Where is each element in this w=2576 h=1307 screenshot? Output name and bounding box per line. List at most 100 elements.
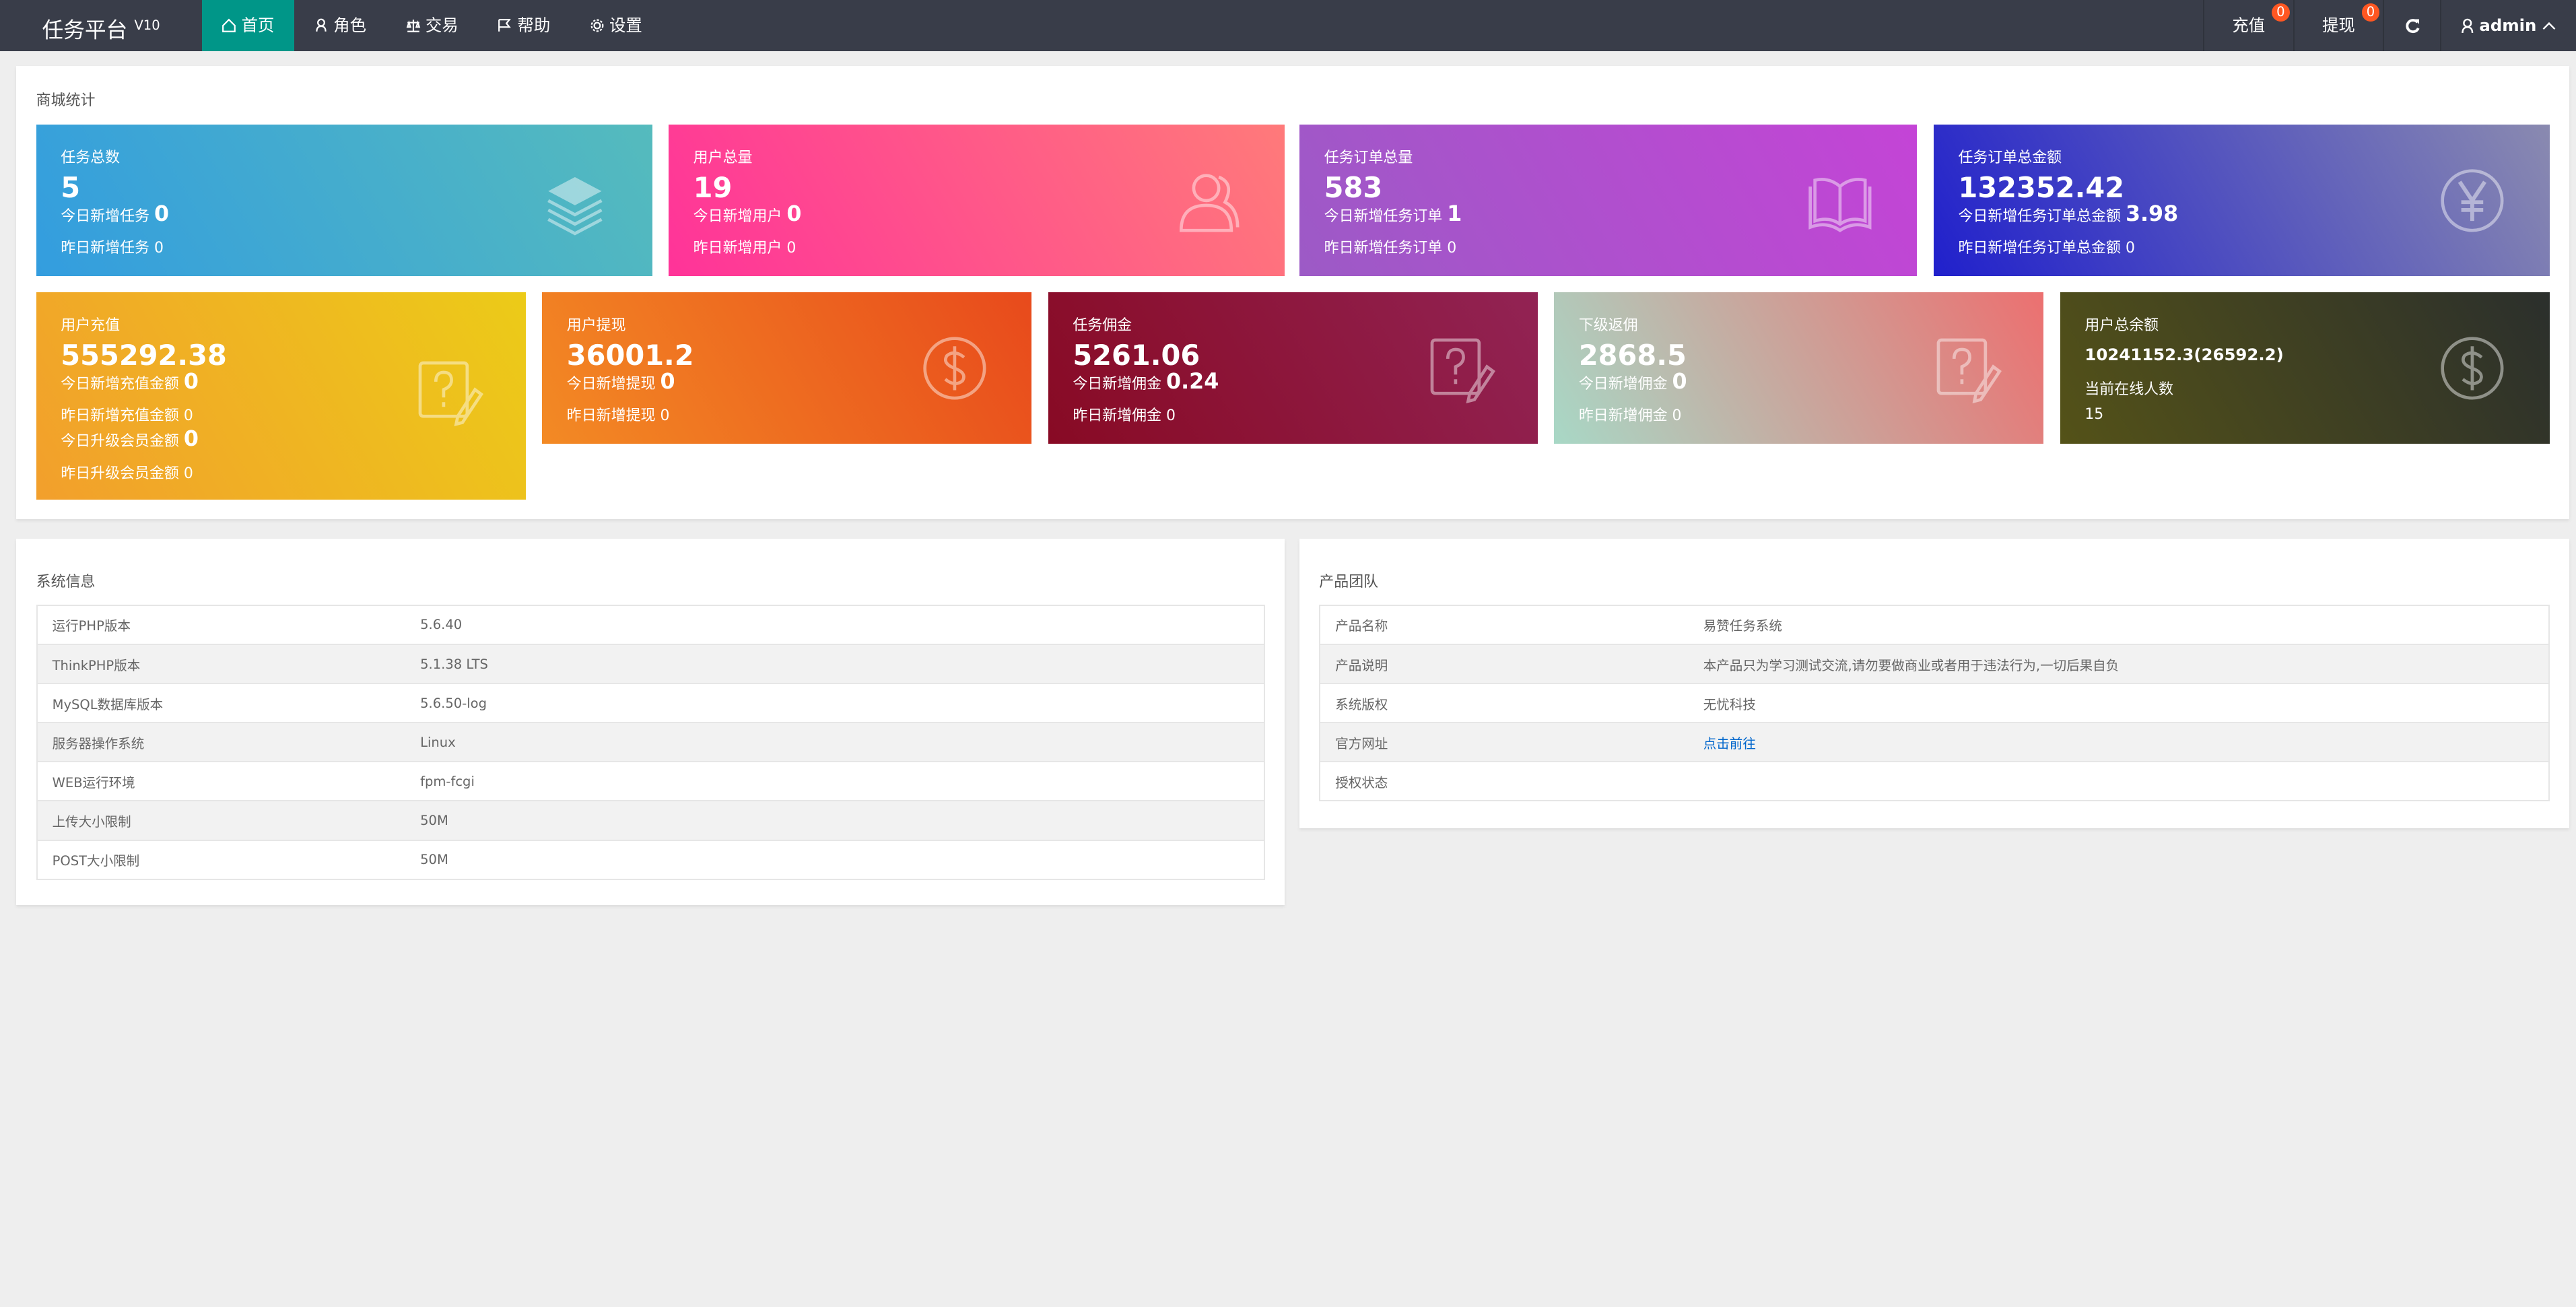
row-value: 无忧科技 — [1688, 683, 2549, 724]
stat-line: 今日新增任务订单 1 — [1324, 202, 1462, 226]
recharge-button[interactable]: 充值 0 — [2202, 0, 2293, 51]
stat-value: 583 — [1324, 170, 1383, 204]
stat-line-label: 昨日新增任务订单 — [1324, 240, 1443, 257]
row-value: 点击前往 — [1688, 723, 2549, 763]
stat-line: 昨日升级会员金额 0 — [61, 462, 193, 483]
table-row: 官方网址 点击前往 — [1320, 723, 2549, 763]
stat-line-label: 昨日新增充值金额 — [61, 407, 179, 425]
table-row: 授权状态 — [1320, 762, 2549, 802]
stat-card: 任务订单总金额 132352.42 今日新增任务订单总金额 3.98 昨日新增任务订单… — [1933, 125, 2550, 276]
stat-card: 任务佣金 5261.06 今日新增佣金 0.24 昨日新增佣金 0 — [1048, 292, 1538, 444]
stat-line-value: 0 — [1672, 369, 1687, 394]
row-value: 5.1.38 LTS — [405, 644, 1264, 685]
version: V10 — [134, 18, 160, 33]
stat-line-value: 1 — [1447, 202, 1462, 227]
row-label: 授权状态 — [1320, 762, 1689, 802]
stat-line-label: 当前在线人数 — [2084, 381, 2174, 399]
stat-title: 用户总量 — [693, 149, 753, 167]
stat-line: 今日新增任务 0 — [61, 202, 169, 226]
nav-item-3[interactable]: 帮助 — [478, 0, 570, 51]
recharge-badge: 0 — [2271, 3, 2290, 22]
row-label: 产品名称 — [1320, 605, 1689, 646]
row-value — [1688, 762, 2549, 802]
logo[interactable]: 任务平台 V10 — [0, 0, 202, 51]
row-label: 运行PHP版本 — [36, 605, 406, 646]
dollar-icon — [2441, 337, 2504, 400]
gear-icon — [590, 19, 604, 32]
row-value: 易赞任务系统 — [1688, 605, 2549, 646]
layers-icon — [547, 176, 603, 236]
stat-line-value: 0 — [183, 407, 193, 425]
stat-card: 用户总量 19 今日新增用户 0 昨日新增用户 0 — [669, 125, 1285, 276]
stat-value: 555292.38 — [61, 338, 227, 372]
official-site-link[interactable]: 点击前往 — [1703, 736, 1756, 751]
table-row: 系统版权 无忧科技 — [1320, 683, 2549, 724]
withdraw-badge: 0 — [2361, 3, 2380, 22]
stat-line-label: 今日新增佣金 — [1073, 375, 1162, 393]
stat-card: 用户提现 36001.2 今日新增提现 0 昨日新增提现 0 — [542, 292, 1032, 444]
chevron-up-icon — [2542, 22, 2556, 30]
withdraw-button[interactable]: 提现 0 — [2293, 0, 2383, 51]
row-value-text: 5.6.50-log — [420, 695, 487, 711]
nav-item-0[interactable]: 首页 — [202, 0, 294, 51]
stat-line: 昨日新增充值金额 0 — [61, 404, 193, 425]
stat-line-value: 0 — [154, 202, 170, 227]
stat-value: 36001.2 — [566, 338, 694, 372]
row-value-text: 50M — [420, 813, 448, 828]
stat-line-label: 昨日新增佣金 — [1578, 407, 1668, 425]
stat-line-label: 昨日新增用户 — [693, 240, 782, 257]
table-row: MySQL数据库版本 5.6.50-log — [36, 683, 1264, 724]
stat-line-label: 今日新增任务订单 — [1324, 208, 1443, 226]
question-edit-icon — [1936, 338, 2002, 403]
row-value: 50M — [405, 801, 1264, 841]
row-value-text: 易赞任务系统 — [1703, 618, 1782, 634]
nav-label: 设置 — [609, 15, 642, 35]
stat-title: 用户总余额 — [2084, 317, 2159, 335]
username: admin — [2479, 15, 2537, 35]
stat-line-value: 0.24 — [1166, 369, 1219, 394]
stat-value: 19 — [693, 170, 733, 204]
row-value-text: 5.6.40 — [420, 617, 463, 633]
stat-card: 任务总数 5 今日新增任务 0 昨日新增任务 0 — [36, 125, 652, 276]
yen-icon — [2441, 169, 2504, 232]
nav-label: 帮助 — [517, 15, 551, 35]
stat-value: 132352.42 — [1958, 170, 2125, 204]
stat-card: 用户充值 555292.38 今日新增充值金额 0 昨日新增充值金额 0 今日升级会员金… — [36, 292, 526, 500]
stat-line-label: 今日新增任务 — [61, 208, 149, 226]
stat-card: 下级返佣 2868.5 今日新增佣金 0 昨日新增佣金 0 — [1554, 292, 2044, 444]
stat-line-label: 今日新增充值金额 — [61, 375, 179, 393]
stat-title: 任务订单总金额 — [1958, 149, 2062, 167]
stat-line-label: 今日新增提现 — [566, 375, 656, 393]
withdraw-label: 提现 — [2322, 15, 2355, 35]
stat-line-value: 0 — [660, 369, 675, 394]
row-label: POST大小限制 — [36, 840, 406, 880]
nav-item-1[interactable]: 角色 — [294, 0, 386, 51]
nav-item-2[interactable]: 交易 — [386, 0, 478, 51]
nav-label: 交易 — [425, 15, 459, 35]
stat-line: 昨日新增任务订单 0 — [1324, 236, 1457, 257]
stat-value: 2868.5 — [1578, 338, 1687, 372]
stat-line-label: 15 — [2084, 405, 2104, 423]
refresh-button[interactable] — [2383, 0, 2440, 51]
stat-line-value: 0 — [183, 427, 199, 452]
row-label: 服务器操作系统 — [36, 723, 406, 763]
stat-line-value: 0 — [1447, 240, 1457, 257]
main-nav: 首页 角色 交易 帮助 设置 — [202, 0, 662, 51]
top-bar: 任务平台 V10 首页 角色 交易 帮助 设置 充值 0 提现 0 admin — [0, 0, 2576, 51]
stat-title: 任务订单总量 — [1324, 149, 1413, 167]
stat-line: 昨日新增佣金 0 — [1579, 404, 1682, 425]
row-value-text: 无忧科技 — [1703, 696, 1756, 712]
stat-line: 昨日新增任务 0 — [61, 236, 164, 257]
row-label: 官方网址 — [1320, 723, 1689, 763]
user-menu[interactable]: admin — [2440, 0, 2576, 51]
stat-line: 昨日新增佣金 0 — [1073, 404, 1176, 425]
stat-title: 任务佣金 — [1073, 317, 1132, 335]
stat-line-value: 0 — [786, 202, 802, 227]
refresh-icon — [2405, 18, 2420, 33]
nav-item-4[interactable]: 设置 — [570, 0, 662, 51]
nav-label: 角色 — [333, 15, 367, 35]
user-icon — [2462, 18, 2474, 33]
stat-title: 任务总数 — [61, 149, 121, 167]
stat-card: 用户总余额 10241152.3(26592.2) 当前在线人数 15 — [2060, 292, 2550, 444]
row-label: 上传大小限制 — [36, 801, 406, 841]
